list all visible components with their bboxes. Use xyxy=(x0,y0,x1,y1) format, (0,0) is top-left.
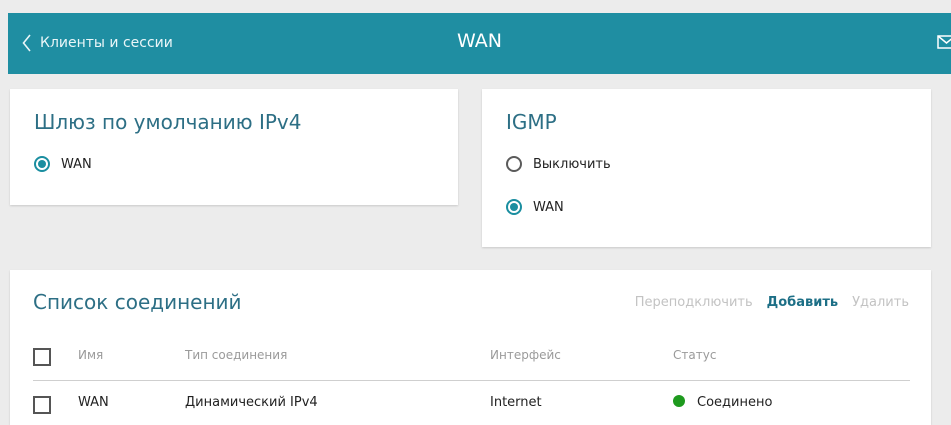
column-header-type[interactable]: Тип соединения xyxy=(185,348,287,362)
page-title: WAN xyxy=(457,30,502,52)
row-status-label: Соединено xyxy=(697,395,773,410)
reconnect-button[interactable]: Переподключить xyxy=(635,295,753,310)
igmp-option-off[interactable]: Выключить xyxy=(506,156,611,172)
column-header-status[interactable]: Статус xyxy=(673,348,716,362)
igmp-card-title: IGMP xyxy=(506,110,557,134)
row-name: WAN xyxy=(78,395,109,410)
gateway-card-title: Шлюз по умолчанию IPv4 xyxy=(34,110,302,134)
gateway-card: Шлюз по умолчанию IPv4 WAN xyxy=(10,89,458,205)
igmp-card: IGMP Выключить WAN xyxy=(482,89,931,247)
row-status: Соединено xyxy=(673,395,772,410)
top-bar: Клиенты и сессии WAN xyxy=(8,13,951,74)
radio-unselected[interactable] xyxy=(506,156,522,172)
connections-actions: Переподключить Добавить Удалить xyxy=(635,295,909,310)
add-button[interactable]: Добавить xyxy=(767,295,838,310)
gateway-option-wan[interactable]: WAN xyxy=(34,156,92,172)
igmp-option-label: WAN xyxy=(533,199,564,215)
row-interface: Internet xyxy=(490,395,542,410)
column-header-name[interactable]: Имя xyxy=(78,348,103,362)
igmp-option-label: Выключить xyxy=(533,156,611,172)
row-checkbox[interactable] xyxy=(33,396,51,414)
gateway-option-label: WAN xyxy=(61,156,92,172)
radio-selected[interactable] xyxy=(506,199,522,215)
igmp-option-wan[interactable]: WAN xyxy=(506,199,564,215)
table-divider xyxy=(33,380,910,381)
connections-title: Список соединений xyxy=(33,290,242,314)
column-header-interface[interactable]: Интерфейс xyxy=(490,348,561,362)
radio-selected[interactable] xyxy=(34,156,50,172)
select-all-checkbox[interactable] xyxy=(33,348,51,366)
status-dot-icon xyxy=(673,395,685,407)
envelope-icon[interactable] xyxy=(937,33,951,53)
delete-button[interactable]: Удалить xyxy=(852,295,909,310)
row-type: Динамический IPv4 xyxy=(185,395,318,410)
